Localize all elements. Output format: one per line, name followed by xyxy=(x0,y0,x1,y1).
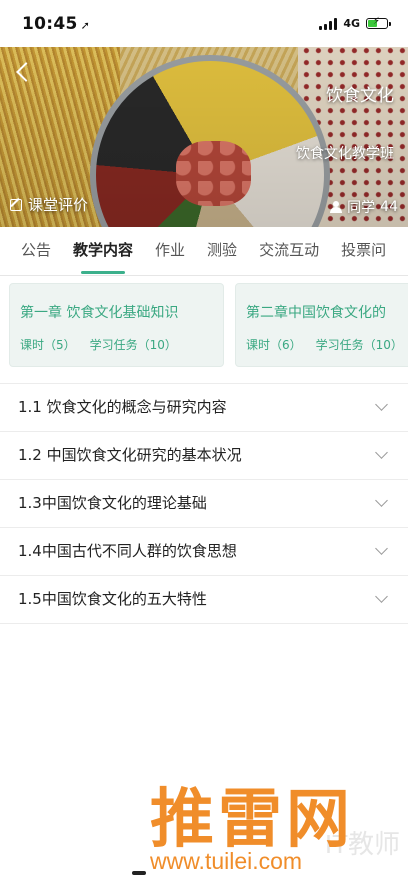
chapter-card[interactable]: 第二章中国饮食文化的 课时（6） 学习任务（10） xyxy=(235,283,408,367)
chevron-down-icon xyxy=(375,398,388,411)
watermark-brand: 推雷网 xyxy=(150,783,354,857)
network-type: 4G xyxy=(343,17,360,30)
back-icon[interactable] xyxy=(14,61,34,85)
chevron-down-icon xyxy=(375,590,388,603)
class-name: 饮食文化教学班 xyxy=(296,146,394,162)
tab-bar: 公告 教学内容 作业 测验 交流互动 投票问 xyxy=(0,227,408,276)
chevron-down-icon xyxy=(375,446,388,459)
status-bar: 10:45 ➚ 4G ⚡ xyxy=(0,0,408,47)
location-arrow-icon: ➚ xyxy=(80,18,91,32)
section-row[interactable]: 1.1 饮食文化的概念与研究内容 xyxy=(0,384,408,432)
section-label: 1.4中国古代不同人群的饮食思想 xyxy=(18,542,237,560)
evaluate-button[interactable]: 课堂评价 xyxy=(10,194,88,215)
tab-vote[interactable]: 投票问 xyxy=(330,227,397,275)
tab-interaction[interactable]: 交流互动 xyxy=(248,227,330,275)
home-indicator xyxy=(132,871,146,875)
chevron-down-icon xyxy=(375,494,388,507)
tab-announcement[interactable]: 公告 xyxy=(0,227,62,275)
chapter-title: 第二章中国饮食文化的 xyxy=(246,305,386,321)
section-row[interactable]: 1.3中国饮食文化的理论基础 xyxy=(0,480,408,528)
status-time: 10:45 ➚ xyxy=(22,13,91,34)
section-label: 1.1 饮食文化的概念与研究内容 xyxy=(18,398,227,416)
course-banner: 饮食文化 饮食文化教学班 课堂评价 同学 44 xyxy=(0,47,408,227)
section-label: 1.3中国饮食文化的理论基础 xyxy=(18,494,207,512)
classmates-link[interactable]: 同学 44 xyxy=(330,197,398,217)
chapter-tasks: 学习任务（10） xyxy=(89,338,177,352)
section-row[interactable]: 1.5中国饮食文化的五大特性 xyxy=(0,576,408,624)
tab-homework[interactable]: 作业 xyxy=(144,227,196,275)
chapter-lessons: 课时（6） xyxy=(246,338,302,352)
section-label: 1.2 中国饮食文化研究的基本状况 xyxy=(18,446,242,464)
watermark: IT教师 推雷网 www.tuilei.com xyxy=(138,764,406,882)
classmates-count: 44 xyxy=(380,199,398,215)
course-title: 饮食文化 xyxy=(326,86,394,106)
chapter-carousel[interactable]: 第一章 饮食文化基础知识 课时（5） 学习任务（10） 第二章中国饮食文化的 课… xyxy=(0,276,408,380)
edit-icon xyxy=(10,198,22,211)
section-row[interactable]: 1.2 中国饮食文化研究的基本状况 xyxy=(0,432,408,480)
chapter-title: 第一章 饮食文化基础知识 xyxy=(20,305,179,321)
section-label: 1.5中国饮食文化的五大特性 xyxy=(18,590,207,608)
tab-teaching-content[interactable]: 教学内容 xyxy=(62,227,144,275)
signal-icon xyxy=(319,17,338,30)
classmates-label: 同学 xyxy=(347,200,376,216)
section-row[interactable]: 1.4中国古代不同人群的饮食思想 xyxy=(0,528,408,576)
person-icon xyxy=(330,201,343,213)
tab-quiz[interactable]: 测验 xyxy=(196,227,248,275)
evaluate-label: 课堂评价 xyxy=(28,196,89,214)
section-list: 1.1 饮食文化的概念与研究内容 1.2 中国饮食文化研究的基本状况 1.3中国… xyxy=(0,384,408,624)
chevron-down-icon xyxy=(375,542,388,555)
chapter-lessons: 课时（5） xyxy=(20,338,76,352)
chapter-tasks: 学习任务（10） xyxy=(315,338,403,352)
chapter-card[interactable]: 第一章 饮食文化基础知识 课时（5） 学习任务（10） xyxy=(9,283,224,367)
watermark-url: www.tuilei.com xyxy=(150,848,303,874)
battery-icon: ⚡ xyxy=(366,16,391,29)
status-right: 4G ⚡ xyxy=(319,16,391,30)
